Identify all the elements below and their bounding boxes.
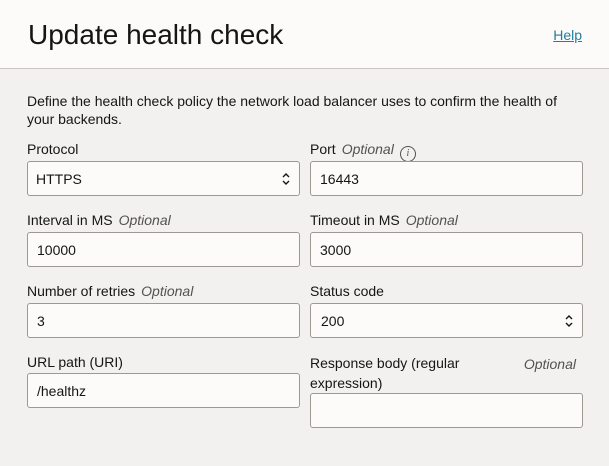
- interval-field: Interval in MS Optional 10000: [27, 211, 300, 267]
- panel-header: Update health check Help: [0, 0, 609, 69]
- port-value: 16443: [320, 171, 359, 187]
- interval-input[interactable]: 10000: [27, 232, 300, 267]
- response-body-input[interactable]: [310, 393, 583, 428]
- protocol-label: Protocol: [27, 141, 79, 157]
- select-chevron-icon: [565, 315, 573, 327]
- timeout-field: Timeout in MS Optional 3000: [310, 211, 583, 267]
- retries-input[interactable]: 3: [27, 303, 300, 338]
- status-code-label: Status code: [310, 283, 384, 299]
- select-chevron-icon: [282, 173, 290, 185]
- retries-label: Number of retries Optional: [27, 283, 194, 299]
- timeout-label: Timeout in MS Optional: [310, 212, 458, 228]
- timeout-input[interactable]: 3000: [310, 232, 583, 267]
- port-input[interactable]: 16443: [310, 161, 583, 196]
- url-path-label: URL path (URI): [27, 354, 123, 370]
- port-field: Port Optional i 16443: [310, 140, 583, 196]
- status-code-value: 200: [321, 313, 345, 329]
- url-path-field: URL path (URI) /healthz: [27, 353, 300, 408]
- help-link[interactable]: Help: [553, 27, 582, 43]
- port-label: Port Optional i: [310, 140, 583, 162]
- status-code-field: Status code 200: [310, 282, 583, 338]
- retries-field: Number of retries Optional 3: [27, 282, 300, 338]
- url-path-value: /healthz: [37, 383, 87, 399]
- url-path-input[interactable]: /healthz: [27, 373, 300, 408]
- timeout-value: 3000: [320, 242, 352, 258]
- page-title: Update health check: [28, 19, 284, 50]
- protocol-select[interactable]: HTTPS: [27, 161, 300, 196]
- interval-label: Interval in MS Optional: [27, 212, 171, 228]
- info-icon[interactable]: i: [399, 146, 416, 162]
- protocol-value: HTTPS: [36, 171, 82, 187]
- interval-value: 10000: [37, 242, 76, 258]
- protocol-field: Protocol HTTPS: [27, 140, 300, 196]
- retries-value: 3: [37, 313, 45, 329]
- status-code-select[interactable]: 200: [310, 303, 583, 338]
- form-description: Define the health check policy the netwo…: [27, 93, 557, 127]
